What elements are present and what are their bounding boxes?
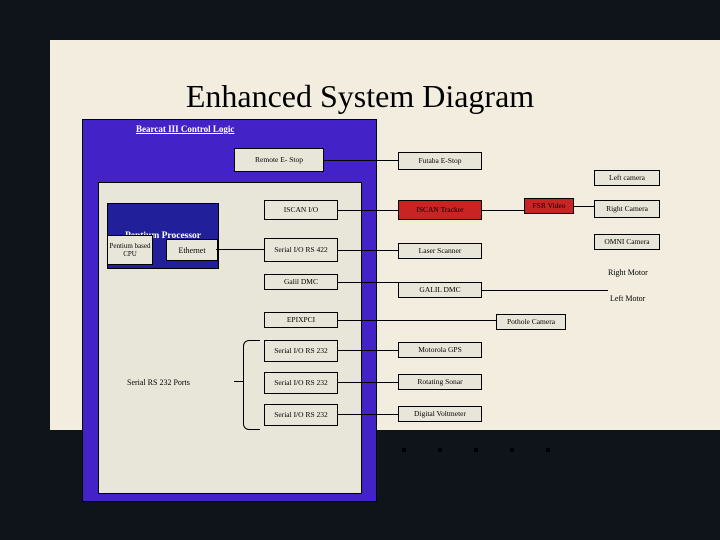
pothole-camera: Pothole Camera xyxy=(496,314,566,330)
right-camera: Right Camera xyxy=(594,200,660,218)
gps: Motorola GPS xyxy=(398,342,482,358)
galil-dmc-left: Galil DMC xyxy=(264,274,338,290)
left-motor: Left Motor xyxy=(610,294,645,303)
outer-label: Bearcat III Control Logic xyxy=(136,124,234,134)
cpu-label: Pentium based CPU xyxy=(108,242,152,258)
serial-rs422: Serial I/O RS 422 xyxy=(264,238,338,262)
remote-estop: Remote E- Stop xyxy=(234,148,324,172)
bullets-top xyxy=(48,6,52,38)
cpu-box: Pentium based CPU xyxy=(107,235,153,265)
bullets-bottom xyxy=(366,448,550,452)
iscan-io: ISCAN I/O xyxy=(264,200,338,220)
serial-2: Serial I/O RS 232 xyxy=(264,372,338,394)
serial-3: Serial I/O RS 232 xyxy=(264,404,338,426)
right-motor: Right Motor xyxy=(608,268,648,277)
laser-scanner: Laser Scanner xyxy=(398,243,482,259)
futaba-estop: Futaba E-Stop xyxy=(398,152,482,170)
bracket xyxy=(243,340,260,430)
iscan-tracker: ISCAN Tracker xyxy=(398,200,482,220)
galil-dmc-right: GALIL DMC xyxy=(398,282,482,298)
serial-1: Serial I/O RS 232 xyxy=(264,340,338,362)
epixpci: EPIXPCI xyxy=(264,312,338,328)
ethernet-box: Ethernet xyxy=(166,239,218,261)
digital-voltmeter: Digital Voltmeter xyxy=(398,406,482,422)
serial-ports-label: Serial RS 232 Ports xyxy=(127,378,190,387)
omni-camera: OMNI Camera xyxy=(594,234,660,250)
left-camera: Left camera xyxy=(594,170,660,186)
fsr-video: FSR Video xyxy=(524,198,574,214)
page-title: Enhanced System Diagram xyxy=(0,78,720,115)
ethernet-label: Ethernet xyxy=(178,246,205,255)
rotating-sonar: Rotating Sonar xyxy=(398,374,482,390)
